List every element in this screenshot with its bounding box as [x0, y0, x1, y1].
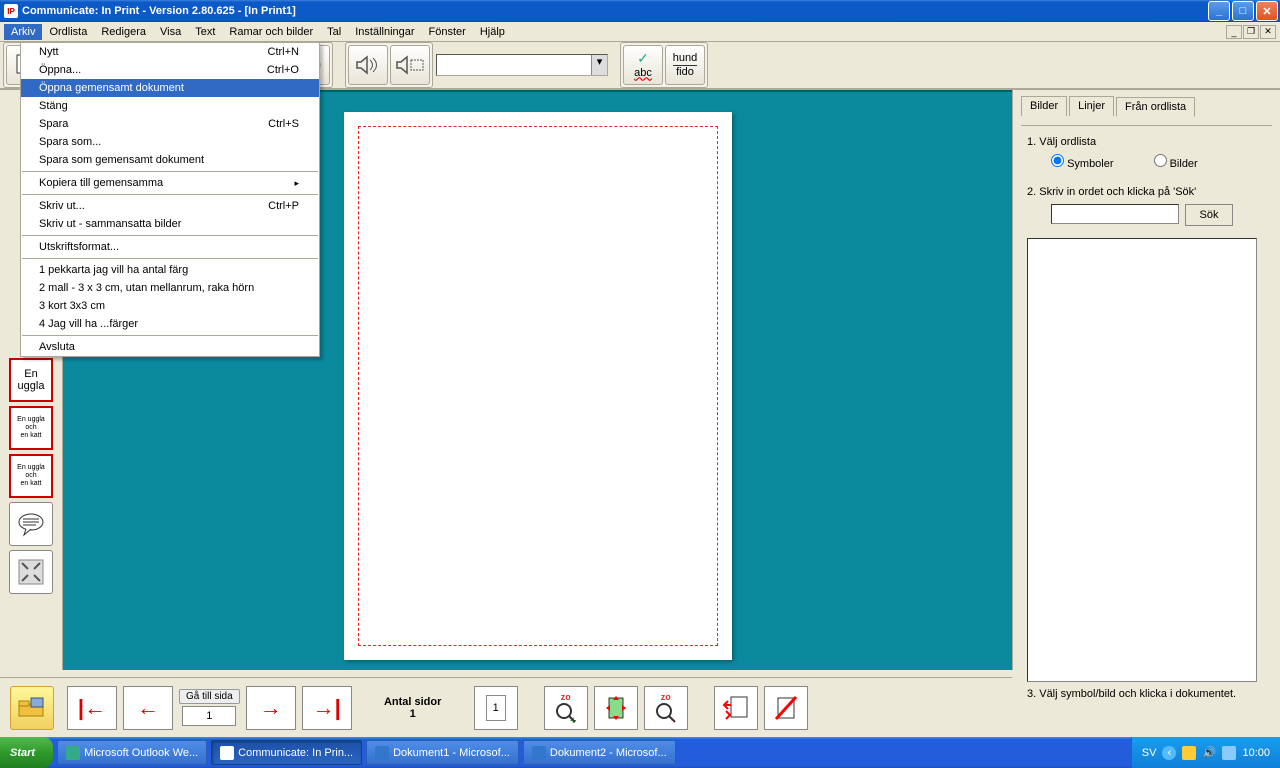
- bottom-nav: |← ← Gå till sida → →| Antal sidor 1 1 z…: [63, 677, 1012, 737]
- results-listbox[interactable]: [1027, 238, 1257, 682]
- step1-label: 1. Välj ordlista: [1027, 136, 1272, 148]
- zoom-in-button[interactable]: zo+: [544, 686, 588, 730]
- mdi-minimize[interactable]: _: [1226, 25, 1242, 39]
- fit-page-button[interactable]: [594, 686, 638, 730]
- page[interactable]: [344, 112, 732, 660]
- window-title: Communicate: In Print - Version 2.80.625…: [22, 5, 296, 17]
- goto-page-input[interactable]: [182, 706, 236, 726]
- menuitem-2-mall-3-x-3-cm-utan-mellanrum-raka-h-rn[interactable]: 2 mall - 3 x 3 cm, utan mellanrum, raka …: [21, 279, 319, 297]
- template-enuggla[interactable]: En uggla: [9, 358, 53, 402]
- expand-button[interactable]: [9, 550, 53, 594]
- speak-selection-button[interactable]: [390, 45, 430, 85]
- menuitem-avsluta[interactable]: Avsluta: [21, 338, 319, 356]
- search-input[interactable]: [1051, 204, 1179, 224]
- menu-text[interactable]: Text: [188, 24, 222, 40]
- zoom-out-button[interactable]: zo-: [644, 686, 688, 730]
- taskbar: Start Microsoft Outlook We... Communicat…: [0, 737, 1280, 768]
- tray-volume-icon[interactable]: 🔊: [1202, 746, 1216, 760]
- menuitem-skriv-ut-sammansatta-bilder[interactable]: Skriv ut - sammansatta bilder: [21, 215, 319, 233]
- menuitem-spara-som-[interactable]: Spara som...: [21, 133, 319, 151]
- last-page-button[interactable]: →|: [302, 686, 352, 730]
- voice-dropdown[interactable]: ▾: [436, 54, 608, 76]
- wordlist-toggle-button[interactable]: hundfido: [665, 45, 705, 85]
- speech-bubble-button[interactable]: [9, 502, 53, 546]
- radio-symboler[interactable]: Symboler: [1051, 154, 1114, 170]
- tab-bilder[interactable]: Bilder: [1021, 96, 1067, 116]
- menuitem--ppna-[interactable]: Öppna...Ctrl+O: [21, 61, 319, 79]
- delete-page-button[interactable]: [764, 686, 808, 730]
- menuitem-nytt[interactable]: NyttCtrl+N: [21, 43, 319, 61]
- tab-linjer[interactable]: Linjer: [1069, 96, 1114, 116]
- task-dokument2[interactable]: Dokument2 - Microsof...: [523, 740, 676, 765]
- clock[interactable]: 10:00: [1242, 747, 1270, 759]
- tray-network-icon[interactable]: [1222, 746, 1236, 760]
- template-enuggla-katt-2[interactable]: En uggla och en katt: [9, 454, 53, 498]
- spellcheck-button[interactable]: ✓abc: [623, 45, 663, 85]
- menu-tal[interactable]: Tal: [320, 24, 348, 40]
- menuitem-st-ng[interactable]: Stäng: [21, 97, 319, 115]
- menu-arkiv[interactable]: Arkiv: [4, 24, 42, 40]
- right-panel: Bilder Linjer Från ordlista 1. Välj ordl…: [1012, 90, 1280, 670]
- menuitem-1-pekkarta-jag-vill-ha-antal-f-rg[interactable]: 1 pekkarta jag vill ha antal färg: [21, 261, 319, 279]
- task-outlook[interactable]: Microsoft Outlook We...: [57, 740, 207, 765]
- menuitem--ppna-gemensamt-dokument[interactable]: Öppna gemensamt dokument: [21, 79, 319, 97]
- page-margin: [358, 126, 718, 646]
- page-count: Antal sidor 1: [358, 696, 468, 720]
- start-button[interactable]: Start: [0, 737, 53, 768]
- menu-fonster[interactable]: Fönster: [422, 24, 473, 40]
- menuitem-skriv-ut-[interactable]: Skriv ut...Ctrl+P: [21, 197, 319, 215]
- minimize-button[interactable]: _: [1208, 1, 1230, 21]
- open-folder-button[interactable]: [10, 686, 54, 730]
- mdi-restore[interactable]: ❐: [1243, 25, 1259, 39]
- menuitem-spara[interactable]: SparaCtrl+S: [21, 115, 319, 133]
- menuitem-spara-som-gemensamt-dokument[interactable]: Spara som gemensamt dokument: [21, 151, 319, 169]
- menu-ordlista[interactable]: Ordlista: [42, 24, 94, 40]
- radio-bilder[interactable]: Bilder: [1154, 154, 1198, 170]
- lang-indicator[interactable]: SV: [1142, 747, 1157, 759]
- menuitem-3-kort-3x3-cm[interactable]: 3 kort 3x3 cm: [21, 297, 319, 315]
- menubar: Arkiv Ordlista Redigera Visa Text Ramar …: [0, 22, 1280, 42]
- tray-shield-icon[interactable]: [1182, 746, 1196, 760]
- system-tray[interactable]: SV ‹ 🔊 10:00: [1131, 737, 1280, 768]
- menu-ramar[interactable]: Ramar och bilder: [222, 24, 320, 40]
- tab-fran-ordlista[interactable]: Från ordlista: [1116, 97, 1195, 117]
- menu-visa[interactable]: Visa: [153, 24, 188, 40]
- prev-page-button[interactable]: ←: [123, 686, 173, 730]
- task-dokument1[interactable]: Dokument1 - Microsof...: [366, 740, 519, 765]
- page-thumb[interactable]: 1: [474, 686, 518, 730]
- menuitem-utskriftsformat-[interactable]: Utskriftsformat...: [21, 238, 319, 256]
- step3-label: 3. Välj symbol/bild och klicka i dokumen…: [1027, 688, 1272, 700]
- menuitem-4-jag-vill-ha-f-rger[interactable]: 4 Jag vill ha ...färger: [21, 315, 319, 333]
- mdi-close[interactable]: ✕: [1260, 25, 1276, 39]
- first-page-button[interactable]: |←: [67, 686, 117, 730]
- maximize-button[interactable]: □: [1232, 1, 1254, 21]
- tray-arrow-icon[interactable]: ‹: [1162, 746, 1176, 760]
- menu-redigera[interactable]: Redigera: [94, 24, 153, 40]
- task-communicate[interactable]: Communicate: In Prin...: [211, 740, 362, 765]
- step2-label: 2. Skriv in ordet och klicka på 'Sök': [1027, 186, 1272, 198]
- menuitem-kopiera-till-gemensamma[interactable]: Kopiera till gemensamma: [21, 174, 319, 192]
- titlebar: IP Communicate: In Print - Version 2.80.…: [0, 0, 1280, 22]
- close-button[interactable]: ✕: [1256, 1, 1278, 21]
- speak-button[interactable]: [348, 45, 388, 85]
- add-page-button[interactable]: [714, 686, 758, 730]
- app-icon: IP: [4, 4, 18, 18]
- next-page-button[interactable]: →: [246, 686, 296, 730]
- menu-hjalp[interactable]: Hjälp: [473, 24, 512, 40]
- template-enuggla-katt[interactable]: En uggla och en katt: [9, 406, 53, 450]
- bottom-left-panel: [0, 677, 63, 737]
- menu-installningar[interactable]: Inställningar: [348, 24, 421, 40]
- arkiv-dropdown: NyttCtrl+NÖppna...Ctrl+OÖppna gemensamt …: [20, 42, 320, 357]
- goto-page-label: Gå till sida: [179, 689, 240, 704]
- svg-text:+: +: [570, 715, 576, 724]
- sok-button[interactable]: Sök: [1185, 204, 1233, 226]
- svg-text:-: -: [671, 714, 675, 724]
